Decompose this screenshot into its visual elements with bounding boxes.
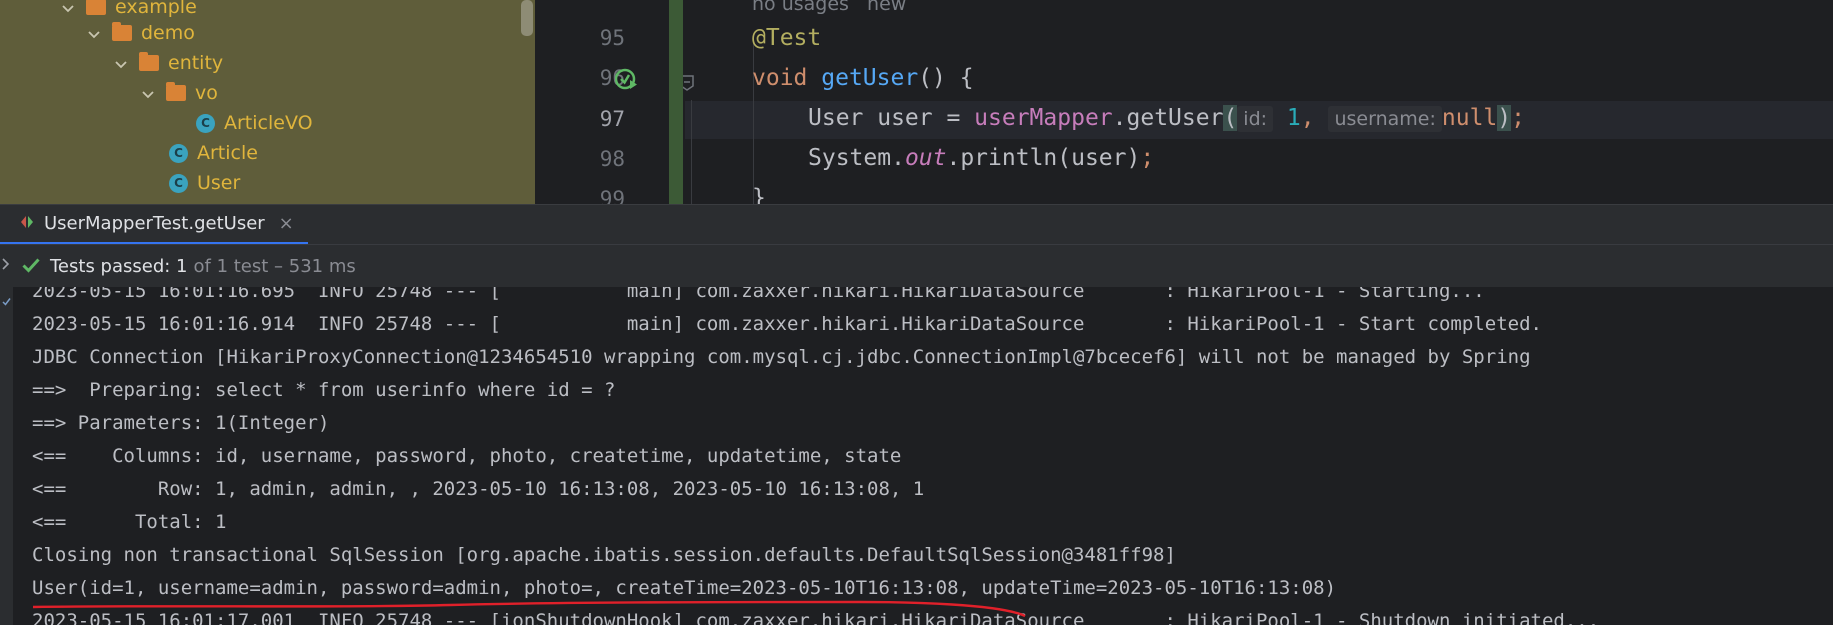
tab-usermappertest-getuser[interactable]: UserMapperTest.getUser ×	[0, 205, 308, 245]
console-line: <== Columns: id, username, password, pho…	[32, 445, 902, 467]
chevron-right-icon[interactable]	[2, 258, 10, 274]
chevron-down-icon[interactable]	[113, 55, 129, 71]
run-tool-window-tabs: UserMapperTest.getUser ×	[0, 204, 1833, 245]
folder-icon	[112, 22, 132, 41]
param-hint-username: username:	[1328, 106, 1442, 132]
console-line: 2023-05-15 16:01:16.695 INFO 25748 --- […	[32, 287, 1485, 302]
run-test-icon[interactable]	[614, 67, 639, 95]
console-line: <== Row: 1, admin, admin, , 2023-05-10 1…	[32, 478, 925, 500]
tree-item-demo[interactable]: demo	[86, 18, 195, 48]
chevron-down-icon[interactable]	[86, 25, 102, 41]
tree-item-label: example	[115, 0, 197, 18]
tree-item-article[interactable]: C Article	[169, 138, 258, 168]
code-line-98[interactable]: System.out.println(user);	[808, 145, 1154, 171]
tree-item-vo[interactable]: vo	[140, 78, 218, 108]
editor-gutter: 95 96 97 98 99	[535, 0, 694, 204]
class-icon: C	[169, 173, 188, 193]
tests-passed-label: Tests passed: 1	[50, 255, 188, 277]
code-line-97[interactable]: User user = userMapper.getUser(id: 1, us…	[808, 105, 1525, 132]
line-number: 98	[599, 147, 625, 171]
tree-item-label: User	[197, 172, 241, 194]
indent-guide	[691, 100, 692, 204]
tree-scrollbar[interactable]	[521, 0, 533, 36]
tree-item-user[interactable]: C User	[169, 168, 240, 198]
tree-item-label: Article	[197, 142, 258, 164]
tab-label: UserMapperTest.getUser	[44, 213, 265, 234]
check-icon	[22, 254, 40, 278]
test-results-bar: Tests passed: 1 of 1 test – 531 ms	[0, 244, 1833, 288]
chevron-down-icon[interactable]	[140, 85, 156, 101]
param-hint-id: id:	[1237, 106, 1274, 132]
class-icon: C	[196, 113, 215, 133]
console-line: ==> Parameters: 1(Integer)	[32, 412, 330, 434]
console-line: 2023-05-15 16:01:16.914 INFO 25748 --- […	[32, 313, 1542, 335]
line-number: 95	[599, 26, 625, 50]
usages-hint[interactable]: no usages new	[752, 0, 906, 16]
console-line: <== Total: 1	[32, 511, 227, 533]
line-number: 97	[599, 107, 625, 131]
vcs-change-marker	[669, 0, 683, 204]
code-line-99[interactable]: }	[752, 185, 766, 204]
class-icon: C	[169, 143, 188, 163]
chevron-down-icon[interactable]	[60, 0, 76, 15]
tree-item-label: entity	[168, 52, 224, 74]
tree-item-articlevo[interactable]: C ArticleVO	[196, 108, 313, 138]
folder-icon	[86, 0, 106, 15]
test-run-icon	[20, 215, 34, 233]
tree-item-label: demo	[141, 22, 195, 44]
tree-item-label: vo	[195, 82, 218, 104]
check-icon	[2, 295, 11, 309]
project-tree: example demo entity vo C ArticleVO C Art…	[0, 0, 535, 204]
folder-icon	[139, 52, 159, 71]
console-line: JDBC Connection [HikariProxyConnection@1…	[32, 346, 1531, 368]
tree-item-entity[interactable]: entity	[113, 48, 223, 78]
red-underline-annotation	[32, 600, 1026, 618]
code-line-95[interactable]: @Test	[752, 25, 821, 51]
console-line: ==> Preparing: select * from userinfo wh…	[32, 379, 616, 401]
console-line: Closing non transactional SqlSession [or…	[32, 544, 1176, 566]
console-gutter	[0, 287, 13, 625]
close-icon[interactable]: ×	[279, 213, 294, 234]
code-line-96[interactable]: void getUser() {	[752, 65, 974, 91]
line-number: 99	[599, 187, 625, 204]
tests-detail: of 1 test – 531 ms	[193, 255, 356, 277]
console-output[interactable]: 2023-05-15 16:01:16.695 INFO 25748 --- […	[0, 287, 1833, 625]
folder-icon	[166, 82, 186, 101]
code-editor[interactable]: 95 96 97 98 99 no usages new @Test void …	[535, 0, 1833, 204]
tree-item-label: ArticleVO	[224, 112, 313, 134]
